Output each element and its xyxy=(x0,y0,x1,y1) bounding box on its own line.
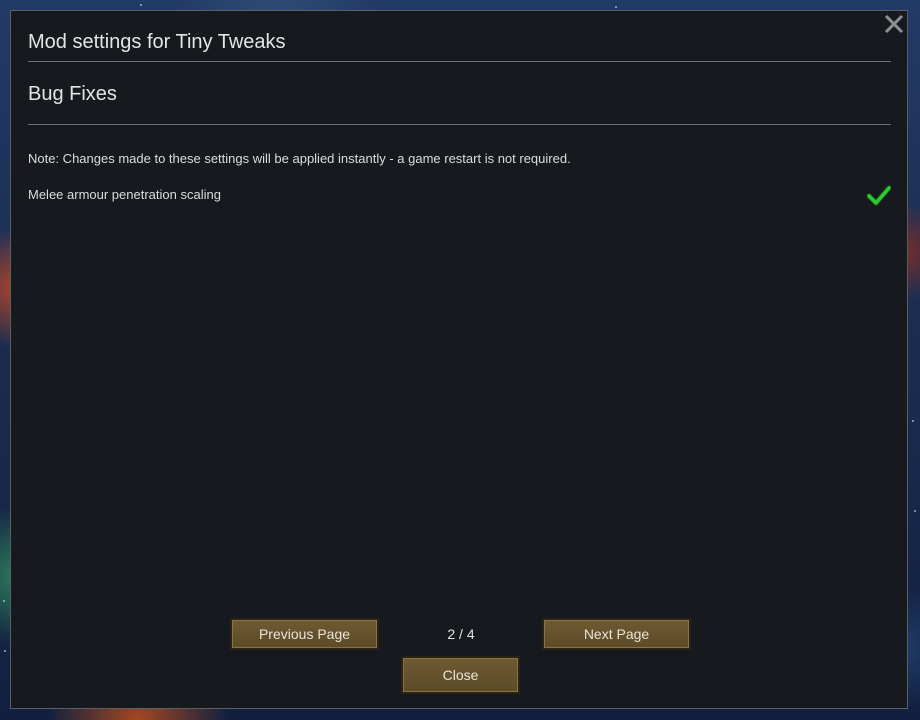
checkmark-icon[interactable] xyxy=(866,183,892,207)
previous-page-button[interactable]: Previous Page xyxy=(230,618,379,650)
dialog-title: Mod settings for Tiny Tweaks xyxy=(28,31,286,53)
next-page-button[interactable]: Next Page xyxy=(542,618,691,650)
setting-label: Melee armour penetration scaling xyxy=(28,187,221,202)
section-title: Bug Fixes xyxy=(28,83,117,105)
setting-row-melee-armour-penetration[interactable]: Melee armour penetration scaling xyxy=(28,183,892,211)
page-indicator: 2 / 4 xyxy=(447,626,475,642)
close-icon[interactable] xyxy=(881,11,907,37)
title-divider xyxy=(28,61,891,62)
close-button[interactable]: Close xyxy=(401,656,520,694)
restart-note: Note: Changes made to these settings wil… xyxy=(28,151,571,166)
mod-settings-dialog: Mod settings for Tiny Tweaks Bug Fixes N… xyxy=(10,10,908,709)
section-divider xyxy=(28,124,891,125)
